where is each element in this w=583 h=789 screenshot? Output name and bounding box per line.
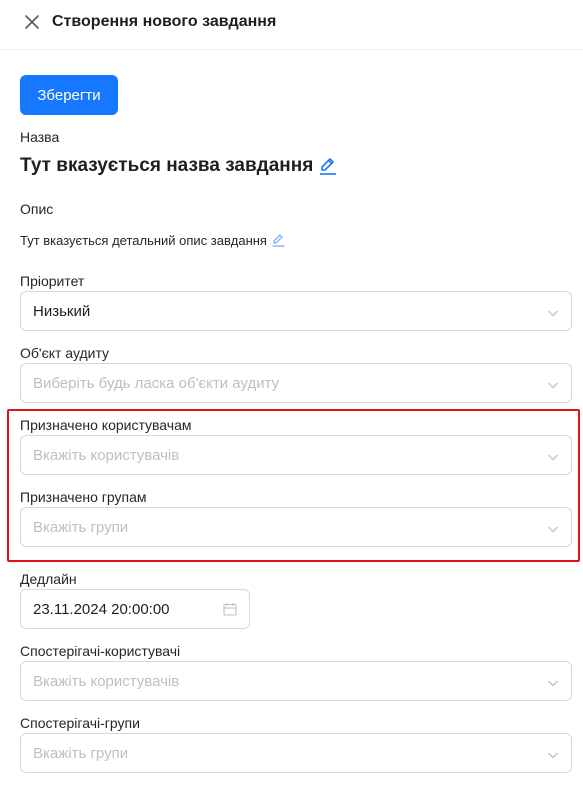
observer-groups-placeholder: Вкажіть групи (33, 745, 129, 762)
audit-object-placeholder: Виберіть будь ласка об'єкти аудиту (33, 375, 280, 392)
name-label: Назва (20, 129, 60, 145)
chevron-down-icon (547, 450, 559, 462)
calendar-icon (223, 602, 237, 616)
edit-name-icon[interactable] (319, 156, 337, 176)
priority-value: Низький (33, 303, 91, 320)
chevron-down-icon (547, 748, 559, 760)
observer-users-placeholder: Вкажіть користувачів (33, 673, 180, 690)
assigned-users-label: Призначено користувачам (20, 417, 192, 433)
chevron-down-icon (547, 378, 559, 390)
close-icon[interactable] (22, 12, 42, 32)
description-label: Опис (20, 201, 54, 217)
chevron-down-icon (547, 676, 559, 688)
observer-groups-select[interactable]: Вкажіть групи (20, 733, 572, 773)
audit-object-label: Об'єкт аудиту (20, 345, 110, 361)
assigned-groups-placeholder: Вкажіть групи (33, 519, 129, 536)
task-description-row: Тут вказується детальний опис завдання (20, 231, 285, 249)
observer-groups-label: Спостерігачі-групи (20, 715, 140, 731)
assigned-users-placeholder: Вкажіть користувачів (33, 447, 180, 464)
deadline-picker[interactable]: 23.11.2024 20:00:00 (20, 589, 250, 629)
save-button[interactable]: Зберегти (20, 75, 118, 115)
deadline-label: Дедлайн (20, 571, 77, 587)
assigned-groups-select[interactable]: Вкажіть групи (20, 507, 572, 547)
assigned-groups-label: Призначено групам (20, 489, 147, 505)
deadline-value: 23.11.2024 20:00:00 (33, 601, 170, 618)
chevron-down-icon (547, 306, 559, 318)
priority-label: Пріоритет (20, 273, 85, 289)
audit-object-select[interactable]: Виберіть будь ласка об'єкти аудиту (20, 363, 572, 403)
priority-select[interactable]: Низький (20, 291, 572, 331)
task-name-row: Тут вказується назва завдання (20, 153, 337, 179)
observer-users-label: Спостерігачі-користувачі (20, 643, 181, 659)
dialog-header: Створення нового завдання (0, 0, 583, 50)
edit-description-icon[interactable] (272, 233, 285, 247)
dialog-title: Створення нового завдання (52, 13, 277, 30)
observer-users-select[interactable]: Вкажіть користувачів (20, 661, 572, 701)
assigned-users-select[interactable]: Вкажіть користувачів (20, 435, 572, 475)
task-description: Тут вказується детальний опис завдання (20, 232, 267, 248)
task-name: Тут вказується назва завдання (20, 155, 314, 176)
chevron-down-icon (547, 522, 559, 534)
